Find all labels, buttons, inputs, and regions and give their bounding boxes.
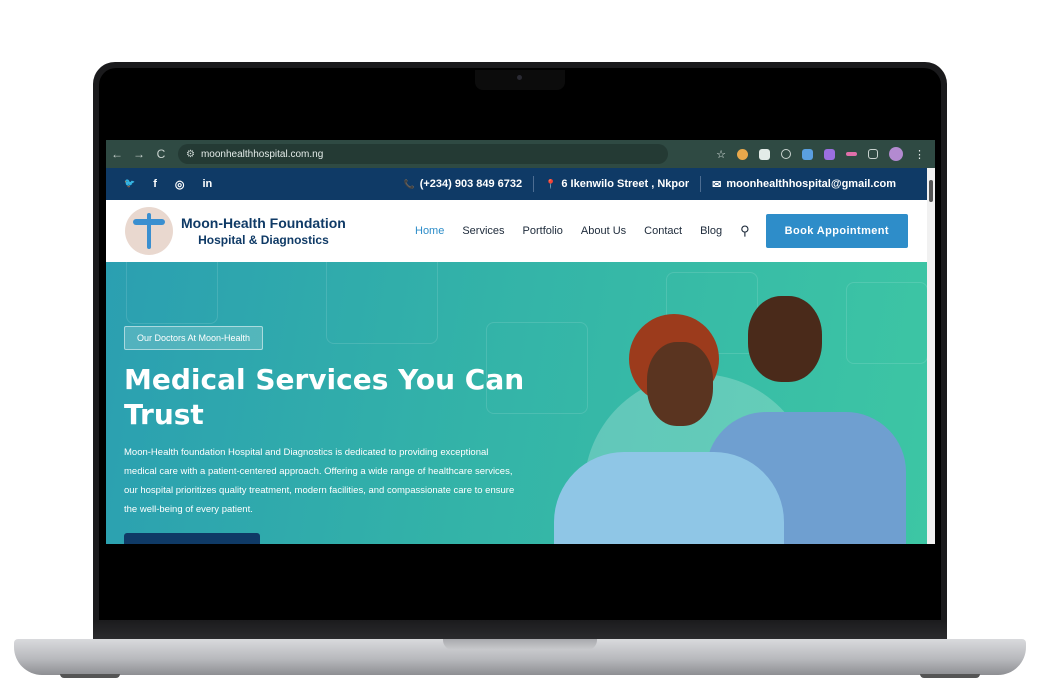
camera-notch — [475, 70, 565, 90]
back-icon[interactable]: ← — [106, 147, 128, 161]
extension-puzzle-icon[interactable] — [824, 148, 835, 160]
site-info-icon[interactable]: ⚙ — [186, 149, 195, 160]
forward-icon[interactable]: → — [128, 147, 150, 161]
facebook-icon[interactable]: f — [153, 178, 157, 191]
doctor-male-head — [748, 296, 822, 382]
book-appointment-button[interactable]: Book Appointment — [765, 214, 908, 248]
extension-note-icon[interactable] — [759, 148, 770, 160]
main-nav: Home Services Portfolio About Us Contact… — [415, 223, 750, 239]
hex-pattern — [846, 282, 927, 364]
contact-info: 📞 (+234) 903 849 6732 📍 6 Ikenwilo Stree… — [392, 176, 907, 192]
hero-cta-button[interactable] — [124, 533, 260, 544]
search-icon[interactable]: ⚲ — [740, 223, 750, 239]
page-scrollbar[interactable] — [927, 168, 935, 544]
phone-item[interactable]: 📞 (+234) 903 849 6732 — [392, 178, 533, 190]
nav-about-us[interactable]: About Us — [581, 225, 626, 237]
top-info-bar: 🐦 f ◎ in 📞 (+234) 903 849 6732 📍 6 Ikenw… — [106, 168, 927, 200]
nav-services[interactable]: Services — [462, 225, 504, 237]
hex-pattern — [326, 262, 438, 344]
laptop-foot — [920, 674, 980, 678]
nav-blog[interactable]: Blog — [700, 225, 722, 237]
hero-description: Moon-Health foundation Hospital and Diag… — [124, 447, 515, 515]
hex-pattern — [126, 262, 218, 324]
laptop-hinge — [93, 620, 947, 640]
camera-dot — [517, 75, 522, 80]
nav-home[interactable]: Home — [415, 225, 444, 237]
hero-badge: Our Doctors At Moon-Health — [124, 326, 264, 350]
extension-target-icon[interactable] — [781, 149, 791, 159]
instagram-icon[interactable]: ◎ — [175, 178, 185, 191]
bookmark-star-icon[interactable]: ☆ — [716, 148, 726, 161]
social-links: 🐦 f ◎ in — [124, 178, 212, 191]
extension-bar-icon[interactable] — [846, 152, 857, 156]
nav-contact[interactable]: Contact — [644, 225, 682, 237]
doctor-female-head — [647, 342, 713, 426]
phone-icon: 📞 — [403, 178, 415, 189]
laptop-screen: ← → C ⚙ moonhealthhospital.com.ng ☆ ⋮ 🐦 … — [106, 140, 935, 544]
address-text: 6 Ikenwilo Street , Nkpor — [561, 178, 690, 190]
site-header: Moon-Health Foundation Hospital & Diagno… — [106, 200, 927, 262]
email-item[interactable]: ✉ moonhealthhospital@gmail.com — [701, 178, 907, 191]
doctor-female-image — [554, 452, 784, 544]
address-bar[interactable]: ⚙ moonhealthhospital.com.ng — [178, 144, 668, 164]
url-text: moonhealthhospital.com.ng — [200, 148, 324, 160]
email-text: moonhealthhospital@gmail.com — [726, 178, 896, 190]
phone-number: (+234) 903 849 6732 — [419, 178, 523, 190]
mail-icon: ✉ — [712, 178, 722, 191]
hero-title: Medical Services You Can Trust — [124, 363, 525, 431]
brand-line1: Moon-Health Foundation — [181, 215, 346, 231]
laptop-foot — [60, 674, 120, 678]
brand-line2: Hospital & Diagnostics — [198, 233, 329, 247]
laptop-base-notch — [443, 639, 597, 650]
extension-color-icon[interactable] — [737, 148, 748, 160]
address-item: 📍 6 Ikenwilo Street , Nkpor — [534, 178, 700, 190]
profile-avatar[interactable] — [889, 147, 903, 161]
brand-name[interactable]: Moon-Health Foundation Hospital & Diagno… — [181, 215, 346, 247]
browser-toolbar: ← → C ⚙ moonhealthhospital.com.ng ☆ ⋮ — [106, 140, 935, 168]
linkedin-icon[interactable]: in — [203, 178, 213, 191]
caduceus-logo-icon[interactable] — [125, 207, 173, 255]
browser-menu-icon[interactable]: ⋮ — [914, 148, 925, 161]
extensions-area: ☆ ⋮ — [716, 147, 925, 161]
extension-camera-icon[interactable] — [802, 148, 813, 160]
nav-portfolio[interactable]: Portfolio — [523, 225, 563, 237]
extensions-icon[interactable] — [868, 149, 878, 159]
scrollbar-thumb[interactable] — [929, 180, 933, 202]
location-pin-icon: 📍 — [545, 178, 557, 189]
twitter-icon[interactable]: 🐦 — [124, 178, 135, 191]
hero-section: Our Doctors At Moon-Health Medical Servi… — [106, 262, 927, 544]
reload-icon[interactable]: C — [150, 147, 172, 161]
